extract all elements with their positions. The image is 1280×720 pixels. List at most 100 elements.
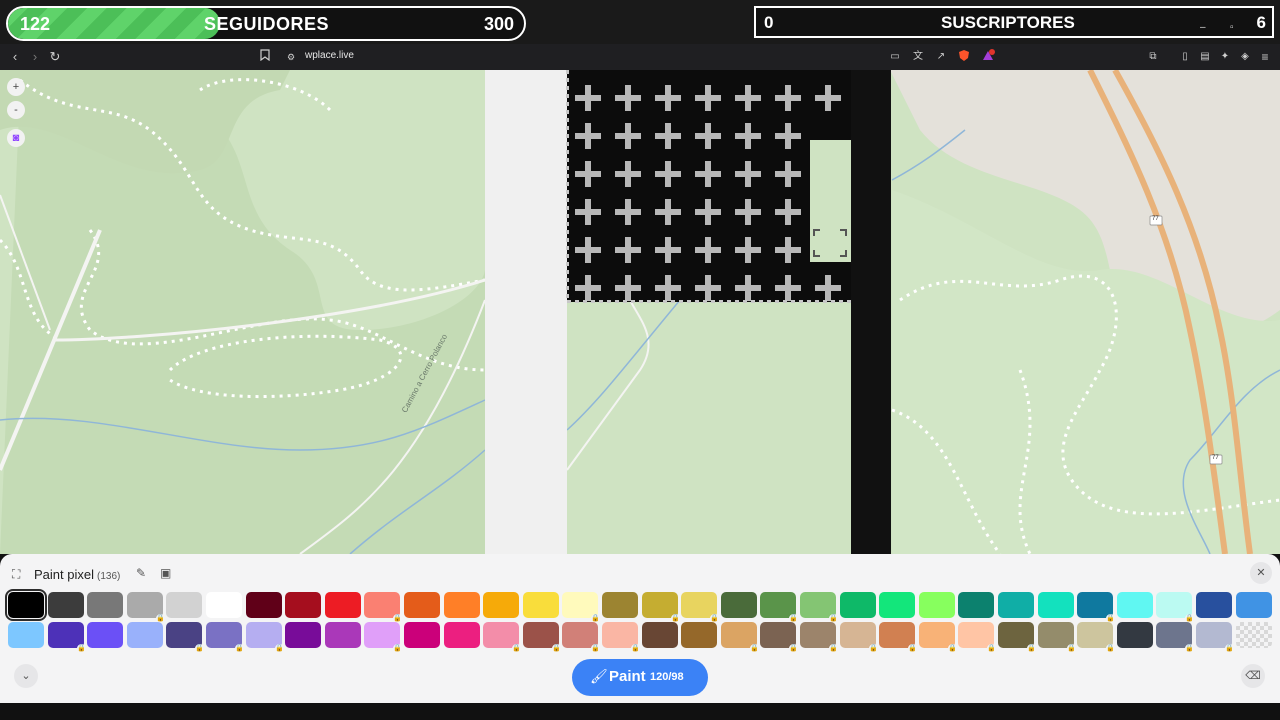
color-swatch[interactable]: 🔒 bbox=[483, 622, 521, 653]
pencil-icon[interactable]: ✎ bbox=[136, 566, 146, 580]
color-swatch[interactable]: 🔒 bbox=[48, 622, 86, 653]
menu-icon[interactable]: ≡ bbox=[1257, 49, 1273, 65]
color-swatch[interactable]: 🔒 bbox=[1038, 622, 1076, 653]
color-swatch[interactable] bbox=[523, 592, 559, 618]
leo-ai-icon[interactable]: ✦ bbox=[1217, 49, 1233, 65]
restore-icon[interactable]: ▫ bbox=[1230, 22, 1234, 33]
color-swatch[interactable]: 🔒 bbox=[562, 622, 600, 653]
color-swatch[interactable] bbox=[325, 592, 361, 618]
color-swatch[interactable]: 🔒 bbox=[879, 622, 917, 653]
color-swatch[interactable] bbox=[206, 592, 242, 618]
color-swatch[interactable] bbox=[681, 622, 717, 648]
zoom-in-button[interactable]: + bbox=[7, 78, 25, 96]
color-swatch[interactable]: 🔒 bbox=[364, 592, 402, 623]
color-swatch[interactable]: 🔒 bbox=[721, 622, 759, 653]
eraser-button[interactable]: ⌫ bbox=[1241, 664, 1265, 688]
color-swatch[interactable]: 🔒 bbox=[998, 622, 1036, 653]
map-canvas[interactable]: 77 77 Camino a Cerro Polanco + - ◙ bbox=[0, 70, 1280, 554]
vpn-icon[interactable]: ◈ bbox=[1237, 49, 1253, 65]
color-swatch[interactable] bbox=[919, 592, 955, 618]
color-swatch[interactable] bbox=[8, 622, 44, 648]
color-swatch[interactable]: 🔒 bbox=[602, 622, 640, 653]
color-swatch[interactable] bbox=[285, 592, 321, 618]
minimize-icon[interactable]: – bbox=[1200, 22, 1206, 33]
color-swatch[interactable] bbox=[998, 592, 1034, 618]
color-swatch[interactable]: 🔒 bbox=[760, 622, 798, 653]
translate-icon[interactable]: 文 bbox=[910, 49, 926, 65]
color-swatch[interactable]: 🔒 bbox=[127, 592, 165, 623]
road-badge-label-2: 77 bbox=[1212, 455, 1219, 461]
color-swatch[interactable]: 🔒 bbox=[166, 622, 204, 653]
color-swatch[interactable]: 🔒 bbox=[1196, 622, 1234, 653]
followers-goal-bar: 122 SEGUIDORES 300 bbox=[6, 6, 526, 41]
color-swatch[interactable] bbox=[5, 589, 47, 621]
color-swatch[interactable]: 🔒 bbox=[206, 622, 244, 653]
subscribers-goal: 6 bbox=[1256, 13, 1266, 32]
color-swatch[interactable] bbox=[642, 622, 678, 648]
zoom-out-button[interactable]: - bbox=[7, 101, 25, 119]
close-button[interactable]: ✕ bbox=[1250, 562, 1272, 584]
collapse-button[interactable]: ⌄ bbox=[14, 664, 38, 688]
color-swatch[interactable] bbox=[48, 592, 84, 618]
bookmark-icon[interactable] bbox=[257, 49, 273, 65]
color-swatch[interactable]: 🔒 bbox=[800, 622, 838, 653]
address-bar[interactable]: wplace.live bbox=[305, 50, 354, 61]
image-icon[interactable]: ▣ bbox=[160, 566, 171, 580]
color-swatch[interactable]: 🔒 bbox=[523, 622, 561, 653]
forward-icon[interactable]: › bbox=[27, 49, 43, 65]
reload-icon[interactable]: ↻ bbox=[47, 49, 63, 65]
extension-icon[interactable]: ⧉ bbox=[1145, 49, 1161, 65]
color-swatch[interactable]: 🔒 bbox=[364, 622, 402, 653]
color-swatch[interactable]: 🔒 bbox=[562, 592, 600, 623]
color-swatch[interactable] bbox=[166, 592, 202, 618]
site-info-icon[interactable]: ⚙ bbox=[283, 49, 299, 65]
color-swatch[interactable]: 🔒 bbox=[919, 622, 957, 653]
color-swatch[interactable] bbox=[246, 592, 282, 618]
color-swatch[interactable]: 🔒 bbox=[1156, 592, 1194, 623]
brave-shield-icon[interactable] bbox=[956, 49, 972, 65]
color-swatch[interactable] bbox=[958, 592, 994, 618]
color-swatch[interactable] bbox=[87, 622, 123, 648]
share-icon[interactable]: ↗ bbox=[933, 49, 949, 65]
color-swatch[interactable] bbox=[444, 592, 480, 618]
lock-icon: 🔒 bbox=[552, 644, 561, 653]
color-swatch[interactable]: 🔒 bbox=[800, 592, 838, 623]
color-swatch[interactable] bbox=[721, 592, 757, 618]
color-swatch[interactable] bbox=[1117, 592, 1153, 618]
color-swatch[interactable] bbox=[602, 592, 638, 618]
color-swatch[interactable] bbox=[444, 622, 480, 648]
color-swatch[interactable] bbox=[1038, 592, 1074, 618]
color-swatch[interactable] bbox=[404, 622, 440, 648]
color-swatch[interactable]: 🔒 bbox=[1077, 622, 1115, 653]
color-swatch[interactable]: 🔒 bbox=[958, 622, 996, 653]
wallet-icon[interactable]: ▤ bbox=[1197, 49, 1213, 65]
lock-icon: 🔒 bbox=[987, 644, 996, 653]
lock-icon: 🔒 bbox=[1067, 644, 1076, 653]
color-swatch[interactable]: 🔒 bbox=[840, 622, 878, 653]
color-swatch[interactable] bbox=[879, 592, 915, 618]
color-swatch[interactable] bbox=[285, 622, 321, 648]
color-swatch[interactable] bbox=[1117, 622, 1153, 648]
color-swatch[interactable]: 🔒 bbox=[1077, 592, 1115, 623]
color-swatch[interactable]: 🔒 bbox=[681, 592, 719, 623]
color-swatch[interactable] bbox=[1236, 592, 1272, 618]
fullscreen-icon[interactable]: ⛶ bbox=[12, 567, 20, 582]
color-swatch[interactable] bbox=[325, 622, 361, 648]
back-icon[interactable]: ‹ bbox=[7, 49, 23, 65]
paint-button[interactable]: 🖌 Paint 120/98 bbox=[572, 659, 708, 696]
color-swatch[interactable] bbox=[404, 592, 440, 618]
rewards-icon[interactable] bbox=[980, 49, 996, 65]
transparent-swatch[interactable] bbox=[1236, 622, 1272, 648]
color-swatch[interactable]: 🔒 bbox=[642, 592, 680, 623]
color-swatch[interactable]: 🔒 bbox=[760, 592, 798, 623]
color-swatch[interactable] bbox=[483, 592, 519, 618]
color-swatch[interactable]: 🔒 bbox=[1156, 622, 1194, 653]
color-swatch[interactable]: 🔒 bbox=[246, 622, 284, 653]
color-swatch[interactable] bbox=[1196, 592, 1232, 618]
sidebar-icon[interactable]: ▯ bbox=[1177, 49, 1193, 65]
color-swatch[interactable] bbox=[87, 592, 123, 618]
color-swatch[interactable] bbox=[840, 592, 876, 618]
color-swatch[interactable] bbox=[127, 622, 163, 648]
cast-icon[interactable]: ▭ bbox=[887, 49, 903, 65]
twitch-icon[interactable]: ◙ bbox=[7, 129, 25, 147]
